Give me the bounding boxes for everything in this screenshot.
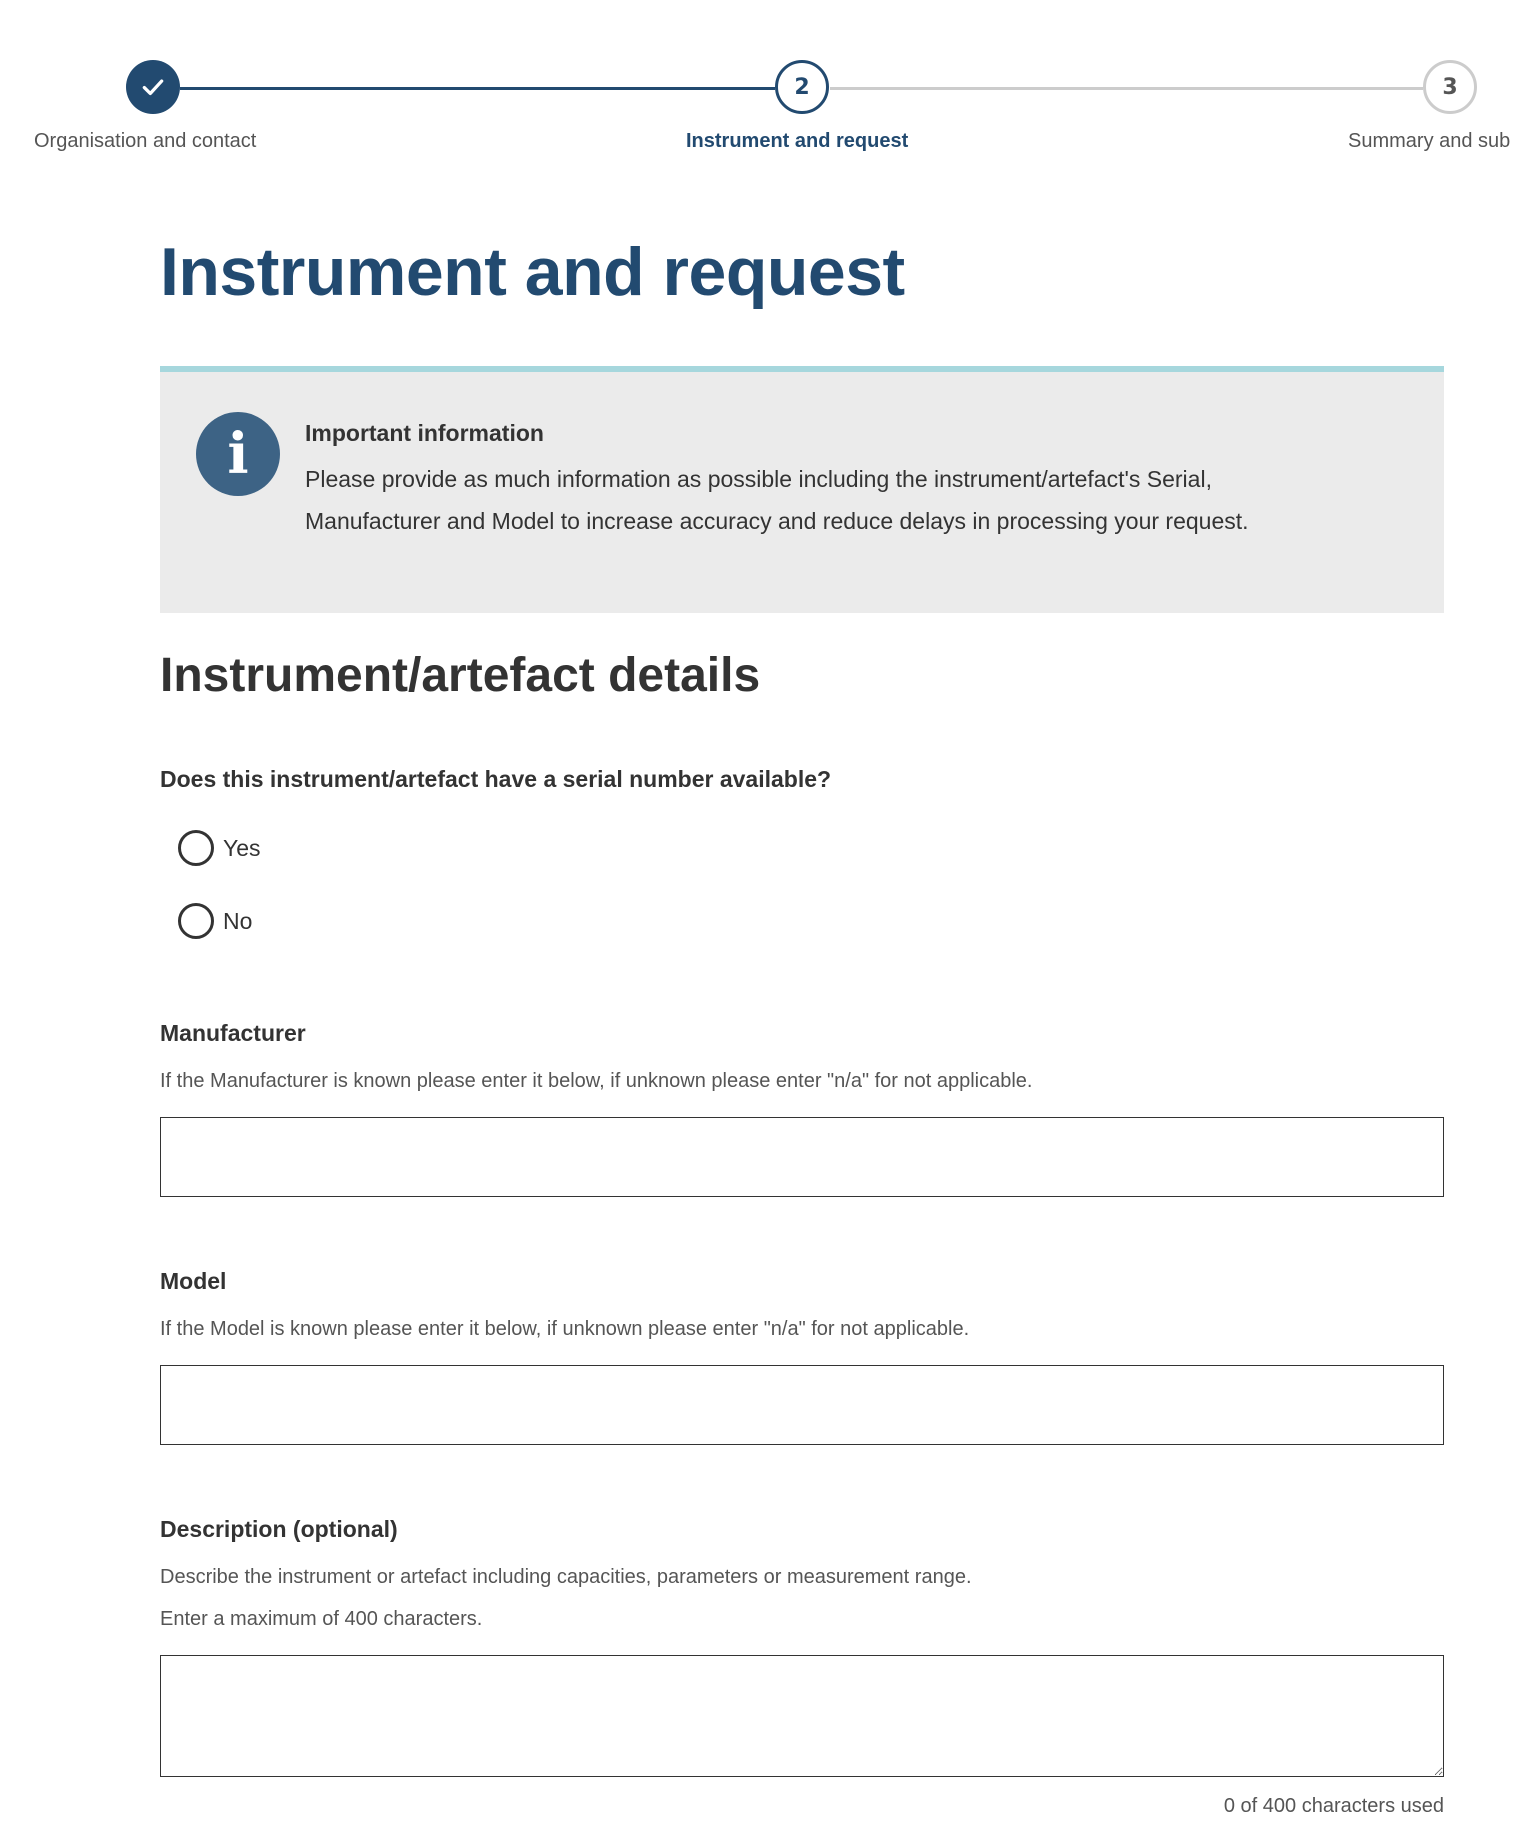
serial-no-option[interactable]: No (178, 903, 252, 939)
manufacturer-label: Manufacturer (160, 1020, 306, 1046)
section-heading: Instrument/artefact details (160, 649, 761, 702)
description-textarea[interactable] (160, 1655, 1444, 1777)
manufacturer-input[interactable] (160, 1117, 1444, 1197)
serial-no-label[interactable]: No (223, 908, 252, 935)
check-icon (142, 79, 164, 96)
step-1-label[interactable]: Organisation and contact (34, 130, 256, 153)
callout-title: Important information (305, 420, 544, 446)
callout-body: Please provide as much information as po… (305, 466, 1249, 534)
stepper-line-upcoming (830, 87, 1423, 90)
important-information-callout: i Important information Please provide a… (160, 366, 1444, 613)
progress-stepper: 2 3 Organisation and contact Instrument … (0, 0, 1523, 170)
model-input[interactable] (160, 1365, 1444, 1445)
character-counter: 0 of 400 characters used (1223, 1795, 1444, 1817)
manufacturer-hint: If the Manufacturer is known please ente… (160, 1070, 1033, 1092)
description-max-hint: Enter a maximum of 400 characters. (160, 1608, 483, 1630)
serial-yes-radio[interactable] (178, 830, 214, 866)
model-hint: If the Model is known please enter it be… (160, 1318, 970, 1340)
info-icon: i (196, 412, 280, 496)
step-2-label: Instrument and request (686, 130, 909, 152)
step-2-marker: 2 (775, 60, 829, 114)
step-3-label: Summary and sub (1348, 130, 1511, 152)
page-title: Instrument and request (160, 234, 905, 310)
model-label: Model (160, 1268, 227, 1294)
description-hint: Describe the instrument or artefact incl… (160, 1566, 972, 1588)
serial-yes-option[interactable]: Yes (178, 830, 261, 866)
step-1-complete-marker[interactable] (126, 60, 180, 114)
description-label: Description (optional) (160, 1516, 398, 1542)
stepper-line-complete (180, 87, 775, 90)
serial-number-question: Does this instrument/artefact have a ser… (160, 766, 832, 792)
serial-yes-label[interactable]: Yes (223, 835, 261, 862)
step-3-marker: 3 (1423, 60, 1477, 114)
serial-no-radio[interactable] (178, 903, 214, 939)
